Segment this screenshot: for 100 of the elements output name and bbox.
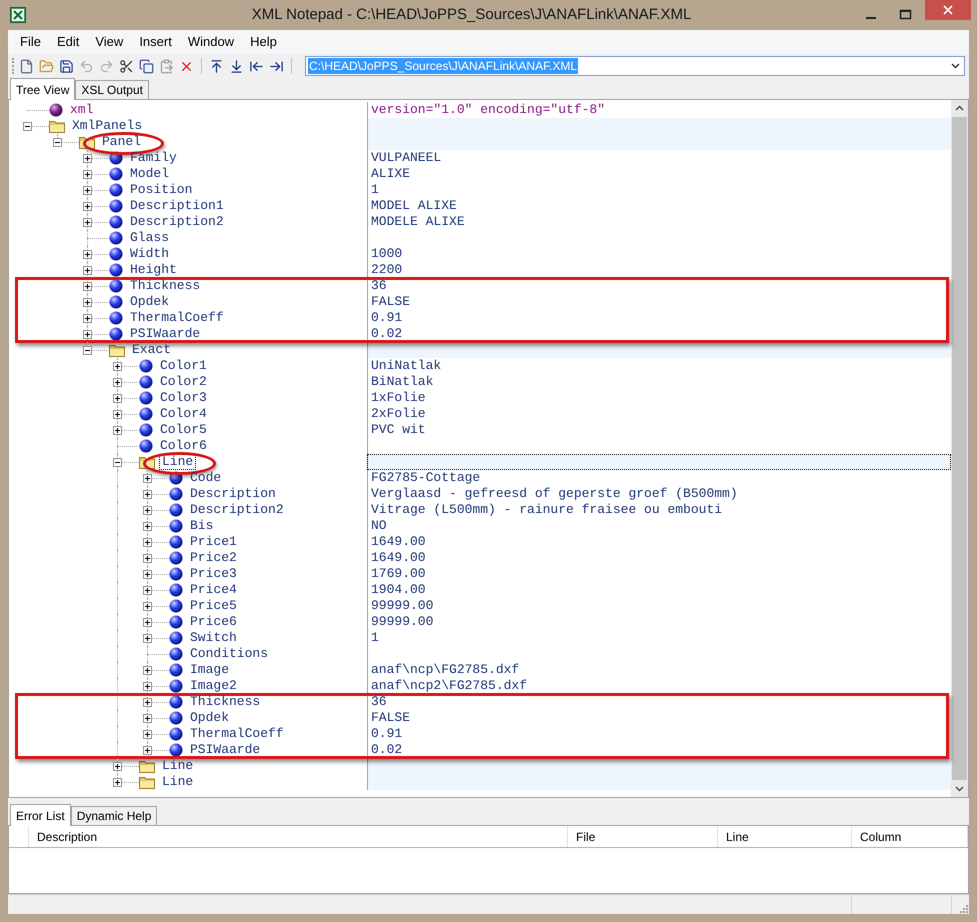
node-label[interactable]: Color2 xyxy=(157,374,210,390)
expand-icon[interactable] xyxy=(83,218,92,227)
node-label[interactable]: Opdek xyxy=(187,710,232,726)
node-label[interactable]: Color6 xyxy=(157,438,210,454)
expand-icon[interactable] xyxy=(113,362,122,371)
node-label[interactable]: Price2 xyxy=(187,550,240,566)
expand-icon[interactable] xyxy=(113,426,122,435)
scroll-thumb[interactable] xyxy=(952,117,967,780)
column-header[interactable]: Description xyxy=(29,826,568,847)
column-header[interactable]: Column xyxy=(852,826,968,847)
node-label[interactable]: Bis xyxy=(187,518,216,534)
expand-icon[interactable] xyxy=(143,714,152,723)
scrollbar[interactable] xyxy=(951,100,968,797)
scissors-icon[interactable] xyxy=(119,58,134,74)
node-label[interactable]: Image2 xyxy=(187,678,240,694)
value-cell[interactable] xyxy=(367,118,951,134)
expand-icon[interactable] xyxy=(143,586,152,595)
column-header[interactable]: File xyxy=(568,826,718,847)
node-label[interactable]: Height xyxy=(127,262,180,278)
node-label[interactable]: Description xyxy=(187,486,279,502)
expand-icon[interactable] xyxy=(143,570,152,579)
menu-item[interactable]: Window xyxy=(180,32,242,52)
document-icon[interactable] xyxy=(19,58,34,74)
expand-icon[interactable] xyxy=(143,538,152,547)
expand-icon[interactable] xyxy=(83,298,92,307)
copy-icon[interactable] xyxy=(139,58,154,74)
expand-icon[interactable] xyxy=(83,186,92,195)
chevron-down-icon[interactable] xyxy=(951,63,960,69)
node-label[interactable]: PSIWaarde xyxy=(127,326,204,342)
node-label[interactable]: Model xyxy=(127,166,172,182)
node-label[interactable]: Price6 xyxy=(187,614,240,630)
menu-item[interactable]: File xyxy=(12,32,49,52)
value-cell[interactable] xyxy=(367,134,951,150)
node-label[interactable]: Exact xyxy=(129,342,174,358)
expand-icon[interactable] xyxy=(143,634,152,643)
expand-icon[interactable] xyxy=(143,602,152,611)
expand-icon[interactable] xyxy=(143,506,152,515)
tab[interactable]: Tree View xyxy=(10,78,76,100)
expand-icon[interactable] xyxy=(113,378,122,387)
node-label[interactable]: Conditions xyxy=(187,646,272,662)
expand-icon[interactable] xyxy=(83,154,92,163)
expand-icon[interactable] xyxy=(143,618,152,627)
menu-item[interactable]: Edit xyxy=(48,32,88,52)
value-cell[interactable] xyxy=(367,454,951,470)
collapse-icon[interactable] xyxy=(53,138,62,147)
node-label[interactable]: Description2 xyxy=(187,502,287,518)
tab[interactable]: Error List xyxy=(10,804,71,826)
node-label[interactable]: PSIWaarde xyxy=(187,742,264,758)
resize-grip-icon[interactable] xyxy=(959,904,969,914)
arrow-down-icon[interactable] xyxy=(229,58,244,74)
node-label[interactable]: Description1 xyxy=(127,198,227,214)
expand-icon[interactable] xyxy=(113,762,122,771)
collapse-icon[interactable] xyxy=(83,346,92,355)
expand-icon[interactable] xyxy=(143,682,152,691)
node-label[interactable]: Price4 xyxy=(187,582,240,598)
expand-icon[interactable] xyxy=(143,666,152,675)
menu-item[interactable]: Help xyxy=(242,32,285,52)
node-label[interactable]: xml xyxy=(67,102,96,118)
expand-icon[interactable] xyxy=(143,490,152,499)
node-label[interactable]: Family xyxy=(127,150,180,166)
node-label[interactable]: Line xyxy=(159,758,196,774)
node-label[interactable]: Switch xyxy=(187,630,240,646)
menu-item[interactable]: Insert xyxy=(131,32,180,52)
node-label[interactable]: Price5 xyxy=(187,598,240,614)
node-label[interactable]: Panel xyxy=(99,134,144,150)
expand-icon[interactable] xyxy=(113,410,122,419)
value-cell[interactable] xyxy=(367,342,951,358)
expand-icon[interactable] xyxy=(113,778,122,787)
expand-icon[interactable] xyxy=(83,170,92,179)
arrow-left-icon[interactable] xyxy=(249,58,264,74)
node-label[interactable]: Opdek xyxy=(127,294,172,310)
expand-icon[interactable] xyxy=(83,250,92,259)
expand-icon[interactable] xyxy=(143,730,152,739)
value-cell[interactable] xyxy=(367,758,951,774)
node-label[interactable]: Color5 xyxy=(157,422,210,438)
node-label[interactable]: Color4 xyxy=(157,406,210,422)
value-cell[interactable] xyxy=(367,774,951,790)
expand-icon[interactable] xyxy=(83,202,92,211)
node-label[interactable]: Line xyxy=(159,774,196,790)
node-label[interactable]: Thickness xyxy=(187,694,264,710)
node-label[interactable]: Line xyxy=(159,454,196,470)
expand-icon[interactable] xyxy=(83,330,92,339)
tab[interactable]: Dynamic Help xyxy=(70,806,158,825)
expand-icon[interactable] xyxy=(143,474,152,483)
node-label[interactable]: Image xyxy=(187,662,232,678)
node-label[interactable]: Description2 xyxy=(127,214,227,230)
node-label[interactable]: Price1 xyxy=(187,534,240,550)
arrow-right-icon[interactable] xyxy=(269,58,284,74)
tab[interactable]: XSL Output xyxy=(75,80,149,99)
expand-icon[interactable] xyxy=(143,554,152,563)
node-label[interactable]: ThermalCoeff xyxy=(127,310,227,326)
node-label[interactable]: Width xyxy=(127,246,172,262)
expand-icon[interactable] xyxy=(143,522,152,531)
node-label[interactable]: Color1 xyxy=(157,358,210,374)
node-label[interactable]: Position xyxy=(127,182,196,198)
save-icon[interactable] xyxy=(59,58,74,74)
node-label[interactable]: Thickness xyxy=(127,278,204,294)
expand-icon[interactable] xyxy=(143,746,152,755)
node-label[interactable]: Code xyxy=(187,470,224,486)
expand-icon[interactable] xyxy=(113,394,122,403)
